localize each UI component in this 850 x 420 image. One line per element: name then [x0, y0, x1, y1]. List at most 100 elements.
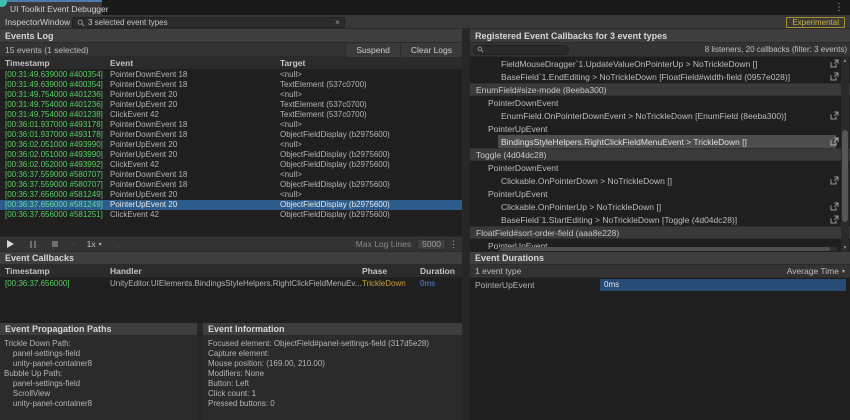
- duration-row[interactable]: PointerUpEvent 0ms: [470, 278, 850, 291]
- clear-search-icon[interactable]: ×: [335, 18, 340, 27]
- event-log-row[interactable]: [00:31:49.754000 #401236]PointerUpEvent …: [0, 100, 462, 110]
- info-line: Modifiers: None: [208, 369, 462, 379]
- callback-label: Clickable.OnPointerDown > NoTrickleDown …: [501, 176, 672, 186]
- event-log-row[interactable]: [00:36:37.559000 #580707]PointerDownEven…: [0, 170, 462, 180]
- event-name: PointerUpEvent 20: [110, 100, 280, 110]
- callback-tree-row[interactable]: Clickable.OnPointerDown > NoTrickleDown …: [470, 174, 850, 187]
- event-log-row[interactable]: [00:36:01.937000 #493178]PointerDownEven…: [0, 120, 462, 130]
- duration-bar: 0ms: [600, 279, 846, 291]
- col-event[interactable]: Event: [110, 58, 280, 68]
- step-back-icon[interactable]: ·: [72, 240, 75, 249]
- callback-label: FieldMouseDragger`1.UpdateValueOnPointer…: [501, 59, 757, 69]
- callback-tree-row[interactable]: EnumField.OnPointerDownEvent > NoTrickle…: [470, 109, 850, 122]
- callbacks-search-input[interactable]: [473, 45, 569, 55]
- element-group-label: FloatField#sort-order-field (aaa8e228): [476, 228, 619, 238]
- col-target[interactable]: Target: [280, 58, 462, 68]
- max-log-lines-label: Max Log Lines: [356, 239, 411, 249]
- open-source-icon[interactable]: [830, 111, 839, 120]
- callback-duration: 0ms: [420, 279, 462, 288]
- element-group-row[interactable]: FloatField#sort-order-field (aaa8e228): [470, 226, 850, 239]
- sort-dropdown[interactable]: Average Time ▾: [787, 266, 845, 276]
- playback-toolbar: · 1x ▾ · , Max Log Lines 5000 ⋮: [0, 236, 462, 252]
- path-line: panel-settings-field: [4, 349, 197, 359]
- info-line: Click count: 1: [208, 389, 462, 399]
- event-name: PointerDownEvent 18: [110, 130, 280, 140]
- step-forward-icon[interactable]: · ,: [114, 241, 120, 248]
- clear-logs-button[interactable]: Clear Logs: [400, 43, 462, 57]
- event-name: PointerUpEvent 20: [110, 90, 280, 100]
- pause-icon[interactable]: [30, 241, 36, 248]
- panel-picker-label: InspectorWindow: [5, 17, 70, 27]
- open-source-icon[interactable]: [830, 202, 839, 211]
- callback-label: BaseField`1.EndEditing > NoTrickleDown […: [501, 72, 790, 82]
- playback-speed-dropdown[interactable]: 1x ▾: [87, 239, 102, 249]
- event-log-row[interactable]: [00:36:37.656000 #581251]ClickEvent 42Ob…: [0, 210, 462, 220]
- col-timestamp[interactable]: Timestamp: [5, 58, 110, 68]
- col-duration[interactable]: Duration: [420, 266, 462, 276]
- callback-tree-row[interactable]: Clickable.OnPointerUp > NoTrickleDown []: [470, 200, 850, 213]
- event-type-label: PointerDownEvent: [488, 98, 558, 108]
- col-phase[interactable]: Phase: [362, 266, 420, 276]
- open-source-icon[interactable]: [830, 137, 839, 146]
- path-line: ScrollView: [4, 389, 197, 399]
- event-durations-title: Event Durations: [475, 253, 544, 263]
- event-name: PointerDownEvent 18: [110, 70, 280, 80]
- event-timestamp: [00:36:01.937000 #493178]: [5, 130, 110, 140]
- window-menu-icon[interactable]: ⋮: [834, 1, 844, 14]
- tree-vertical-scrollbar[interactable]: ▲ ▼: [841, 57, 849, 252]
- open-source-icon[interactable]: [830, 59, 839, 68]
- callback-tree-row[interactable]: BaseField`1.EndEditing > NoTrickleDown […: [470, 70, 850, 83]
- event-log-row[interactable]: [00:31:49.639000 #400354]PointerDownEven…: [0, 80, 462, 90]
- log-options-menu-icon[interactable]: ⋮: [449, 238, 458, 251]
- event-log-row[interactable]: [00:36:01.937000 #493178]PointerDownEven…: [0, 130, 462, 140]
- event-type-label: PointerDownEvent: [488, 163, 558, 173]
- stop-icon[interactable]: [52, 241, 58, 247]
- event-log-row[interactable]: [00:36:37.656000 #581249]PointerUpEvent …: [0, 190, 462, 200]
- scroll-down-icon[interactable]: ▼: [841, 245, 849, 251]
- event-type-row[interactable]: PointerUpEvent: [470, 187, 850, 200]
- event-type-search-input[interactable]: 3 selected event types ×: [72, 17, 345, 28]
- element-group-row[interactable]: Toggle (4d04dc28): [470, 148, 850, 161]
- tree-horizontal-scrollbar[interactable]: [498, 247, 838, 251]
- open-source-icon[interactable]: [830, 72, 839, 81]
- element-group-row[interactable]: EnumField#size-mode (8eeba300): [470, 83, 850, 96]
- play-icon[interactable]: [7, 240, 14, 248]
- event-type-row[interactable]: PointerDownEvent: [470, 96, 850, 109]
- event-type-row[interactable]: PointerDownEvent: [470, 161, 850, 174]
- info-line: Capture element:: [208, 349, 462, 359]
- event-log-row[interactable]: [00:36:02.052000 #493992]ClickEvent 42Ob…: [0, 160, 462, 170]
- callback-tree-row[interactable]: FieldMouseDragger`1.UpdateValueOnPointer…: [470, 57, 850, 70]
- main-panel-divider[interactable]: [462, 29, 470, 420]
- event-callbacks-column-header: Timestamp Handler Phase Duration: [0, 265, 462, 278]
- event-log-row[interactable]: [00:36:02.051000 #493990]PointerUpEvent …: [0, 140, 462, 150]
- event-log-row[interactable]: [00:31:49.639000 #400354]PointerDownEven…: [0, 70, 462, 80]
- event-log-row[interactable]: [00:31:49.754000 #401238]ClickEvent 42Te…: [0, 110, 462, 120]
- open-source-icon[interactable]: [830, 176, 839, 185]
- open-source-icon[interactable]: [830, 215, 839, 224]
- event-log-row[interactable]: [00:31:49.754000 #401236]PointerUpEvent …: [0, 90, 462, 100]
- col-handler[interactable]: Handler: [110, 266, 362, 276]
- path-line: unity-panel-container8: [4, 359, 197, 369]
- callback-row[interactable]: [00:36:37.656000] UnityEditor.UIElements…: [0, 278, 462, 289]
- duration-value: 0ms: [604, 280, 619, 289]
- scrollbar-thumb[interactable]: [842, 130, 848, 222]
- max-log-lines-field[interactable]: 5000: [417, 239, 446, 250]
- event-log-row-selected[interactable]: [00:36:37.656000 #581249]PointerUpEvent …: [0, 200, 462, 210]
- event-type-label: PointerUpEvent: [488, 189, 548, 199]
- col-timestamp[interactable]: Timestamp: [5, 266, 110, 276]
- callbacks-summary: 8 listeners, 20 callbacks (filter: 3 eve…: [569, 45, 847, 54]
- event-name: PointerUpEvent 20: [110, 200, 280, 210]
- callback-tree-row-selected[interactable]: BindingsStyleHelpers.RightClickFieldMenu…: [470, 135, 850, 148]
- event-timestamp: [00:36:02.051000 #493990]: [5, 150, 110, 160]
- scrollbar-thumb[interactable]: [500, 247, 830, 251]
- info-line: Focused element: ObjectField#panel-setti…: [208, 339, 462, 349]
- event-log-row[interactable]: [00:36:37.559000 #580707]PointerDownEven…: [0, 180, 462, 190]
- event-target: <null>: [280, 90, 462, 100]
- callback-tree-row[interactable]: BaseField`1.StartEditing > NoTrickleDown…: [470, 213, 850, 226]
- panel-picker-dropdown[interactable]: InspectorWindow ▾: [5, 17, 76, 27]
- event-log-row[interactable]: [00:36:02.051000 #493990]PointerUpEvent …: [0, 150, 462, 160]
- suspend-button[interactable]: Suspend: [345, 43, 400, 57]
- tab-ui-toolkit-event-debugger[interactable]: UI Toolkit Event Debugger: [0, 0, 102, 15]
- event-type-row[interactable]: PointerUpEvent: [470, 122, 850, 135]
- scroll-up-icon[interactable]: ▲: [841, 58, 849, 64]
